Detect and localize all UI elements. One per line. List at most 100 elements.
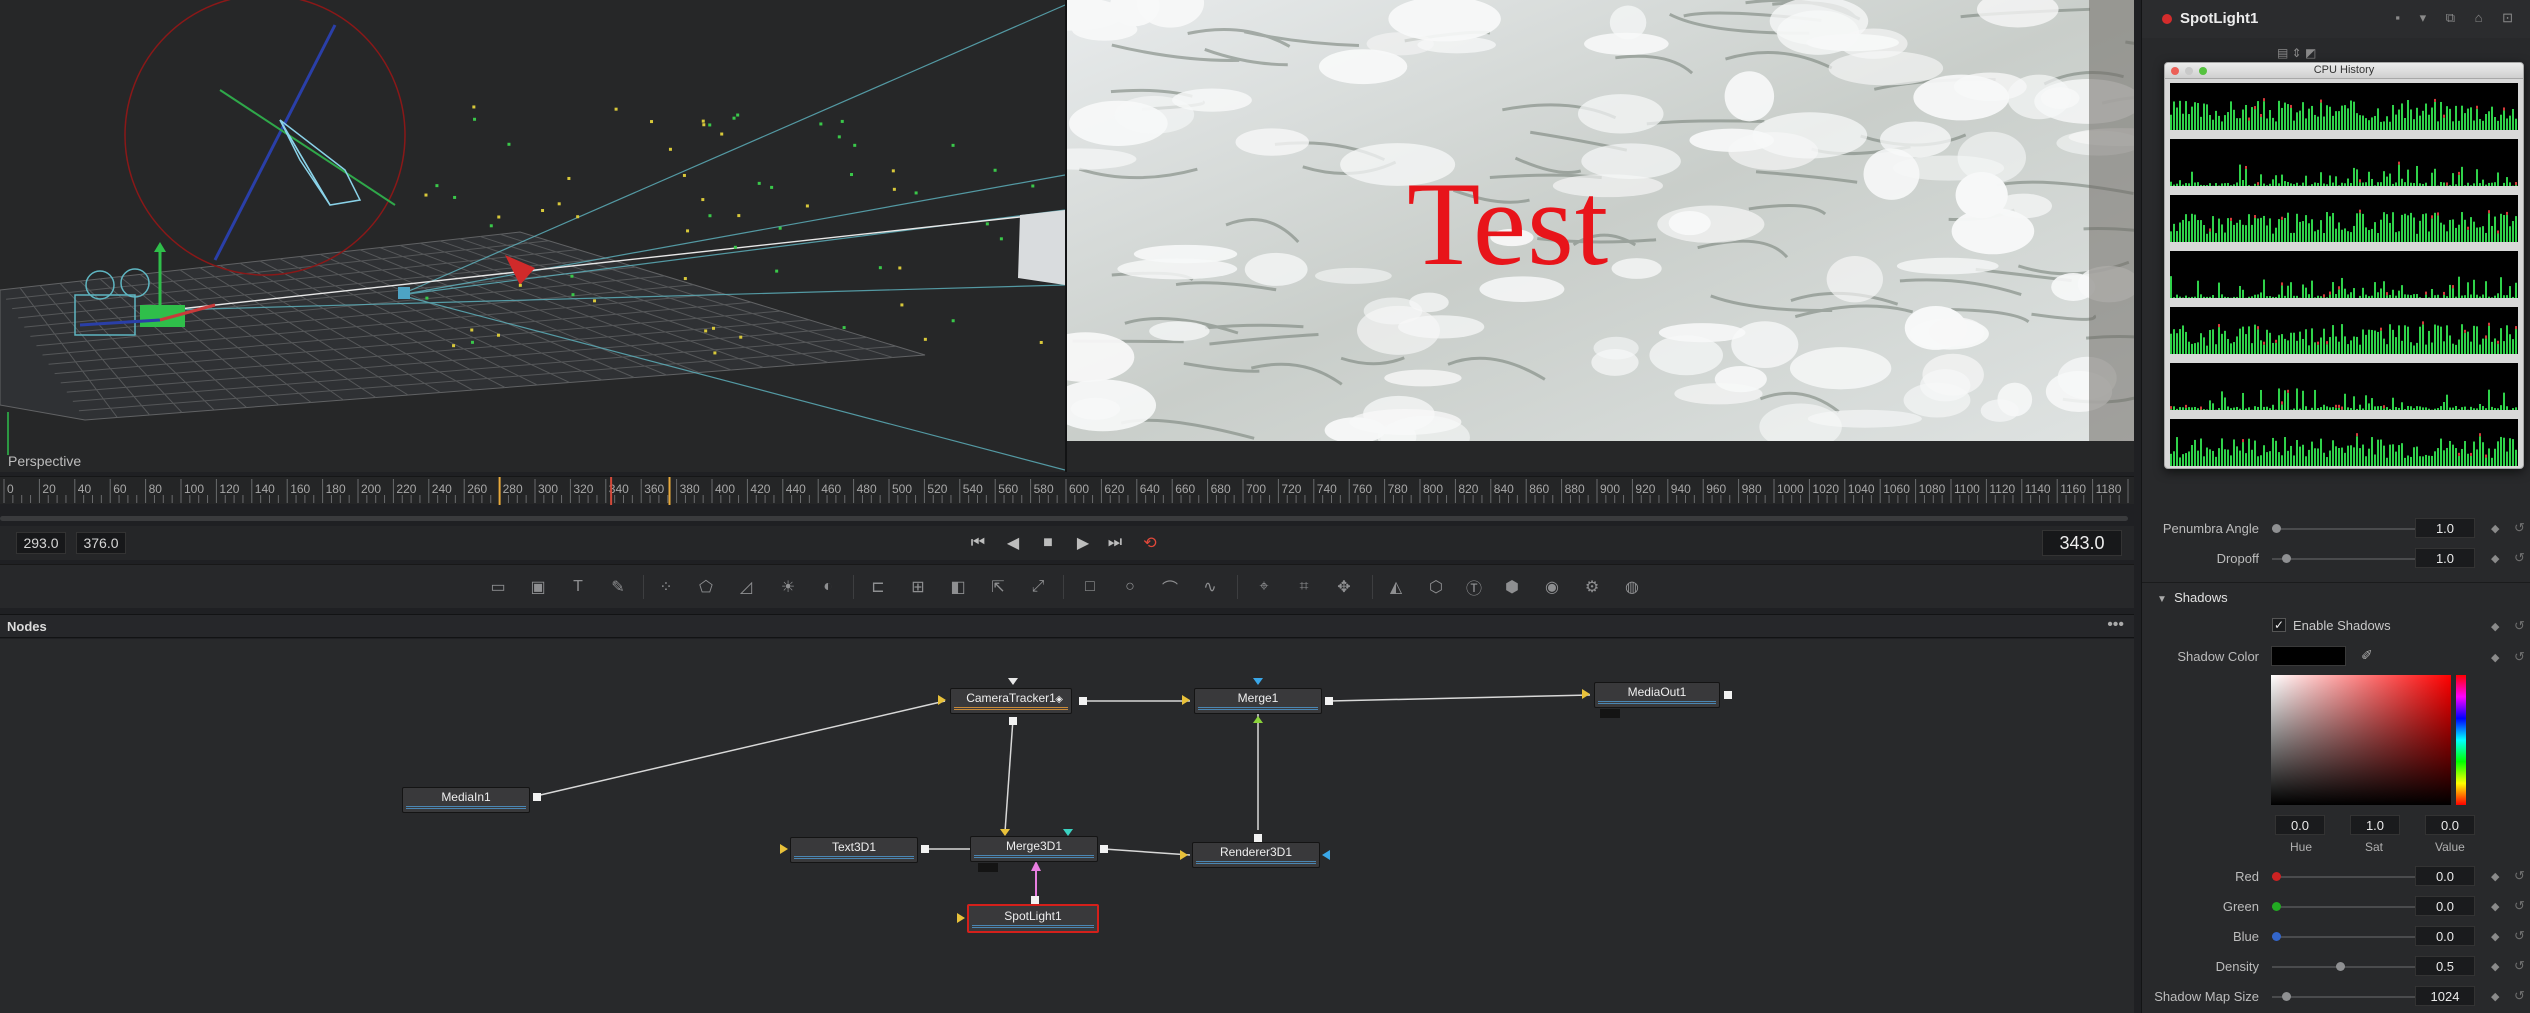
node-merge3d[interactable]: Merge3D1 xyxy=(970,836,1098,862)
node-renderer3d[interactable]: Renderer3D1 xyxy=(1192,842,1320,868)
value-field[interactable]: 0.0 xyxy=(2425,815,2475,835)
shadows-section-header[interactable]: ▼ Shadows xyxy=(2157,590,2228,605)
keyframe-icon[interactable]: ◆ xyxy=(2491,990,2499,1003)
inspector-header-icons[interactable]: ▪ ▾ ⧉ ⌂ ⊡ xyxy=(2395,10,2521,26)
sat-field[interactable]: 1.0 xyxy=(2350,815,2400,835)
preview-toggle[interactable] xyxy=(978,863,998,872)
input-triangle[interactable] xyxy=(1322,850,1330,860)
output-port[interactable] xyxy=(1100,845,1108,853)
first-frame-button[interactable]: ⏮ xyxy=(965,532,991,554)
window-titlebar[interactable]: CPU History xyxy=(2165,63,2523,79)
node-media-in[interactable]: MediaIn1 xyxy=(402,787,530,813)
input-triangle[interactable] xyxy=(957,913,965,923)
particles-tool-icon[interactable]: ⁘ xyxy=(654,576,678,598)
tracker-tool-icon[interactable]: ⌖ xyxy=(1252,576,1276,598)
brightness-tool-icon[interactable]: ☀ xyxy=(776,576,800,598)
output-port[interactable] xyxy=(1079,697,1087,705)
enable-shadows-checkbox[interactable]: ✓ xyxy=(2272,618,2286,632)
camera3d-tool-icon[interactable]: ◭ xyxy=(1384,576,1408,598)
blue-field[interactable]: 0.0 xyxy=(2415,926,2475,946)
keyframe-icon[interactable]: ◆ xyxy=(2491,522,2499,535)
input-triangle[interactable] xyxy=(1253,678,1263,685)
penumbra-angle-field[interactable]: 1.0 xyxy=(2415,518,2475,538)
node-media-out[interactable]: MediaOut1 xyxy=(1594,682,1720,708)
ellipse-mask-tool-icon[interactable]: ○ xyxy=(1118,576,1142,598)
keyframe-icon[interactable]: ◆ xyxy=(2491,870,2499,883)
output-port[interactable] xyxy=(533,793,541,801)
reset-icon[interactable]: ↺ xyxy=(2514,550,2525,566)
global-start-field[interactable]: 293.0 xyxy=(16,532,66,554)
bezier-tool-icon[interactable]: ∿ xyxy=(1198,576,1222,598)
density-field[interactable]: 0.5 xyxy=(2415,956,2475,976)
inspector-tab-icons[interactable]: ▤ ⇕ ◩ xyxy=(2277,46,2397,62)
fbx-tool-icon[interactable]: ◍ xyxy=(1620,576,1644,598)
shadow-color-swatch[interactable] xyxy=(2271,646,2346,666)
play-reverse-button[interactable]: ◀ xyxy=(1000,532,1026,554)
keyframe-icon[interactable]: ◆ xyxy=(2491,552,2499,565)
keyframe-icon[interactable]: ◆ xyxy=(2491,651,2499,664)
output-port[interactable] xyxy=(1031,896,1039,904)
image-plane-tool-icon[interactable]: ▣ xyxy=(526,576,550,598)
color-corrector-tool-icon[interactable]: ◐ xyxy=(816,576,840,598)
input-triangle[interactable] xyxy=(780,844,788,854)
node-merge[interactable]: Merge1 xyxy=(1194,688,1322,714)
output-port[interactable] xyxy=(921,845,929,853)
light3d-tool-icon[interactable]: ◉ xyxy=(1540,576,1564,598)
reset-icon[interactable]: ↺ xyxy=(2514,898,2525,914)
input-triangle[interactable] xyxy=(1582,689,1590,699)
more-options-icon[interactable]: ••• xyxy=(2107,616,2124,634)
shape3d-tool-icon[interactable]: ⬢ xyxy=(1500,576,1524,598)
resize-tool-icon[interactable]: ⤢ xyxy=(1026,576,1050,598)
merge3d-tool-icon[interactable]: ⬡ xyxy=(1424,576,1448,598)
loop-button[interactable]: ⟲ xyxy=(1137,532,1163,554)
input-triangle[interactable] xyxy=(1180,850,1188,860)
reset-icon[interactable]: ↺ xyxy=(2514,928,2525,944)
transform-tool-icon[interactable]: ⇱ xyxy=(986,576,1010,598)
camera-tracker-tool-icon[interactable]: ✥ xyxy=(1332,576,1356,598)
channel-booleans-tool-icon[interactable]: ⊞ xyxy=(906,576,930,598)
output-port[interactable] xyxy=(1254,834,1262,842)
eyedropper-icon[interactable]: ✐ xyxy=(2361,647,2373,664)
scrub-bar[interactable] xyxy=(0,512,2134,524)
polygon-mask-tool-icon[interactable]: ⬠ xyxy=(694,576,718,598)
cpu-history-window[interactable]: CPU History xyxy=(2164,62,2524,469)
background-tool-icon[interactable]: ▭ xyxy=(486,576,510,598)
input-triangle[interactable] xyxy=(1000,829,1010,836)
keyframe-icon[interactable]: ◆ xyxy=(2491,930,2499,943)
hue-field[interactable]: 0.0 xyxy=(2275,815,2325,835)
keyframe-icon[interactable]: ◆ xyxy=(2491,900,2499,913)
dropoff-field[interactable]: 1.0 xyxy=(2415,548,2475,568)
input-triangle[interactable] xyxy=(1182,695,1190,705)
input-triangle[interactable] xyxy=(938,695,946,705)
input-triangle[interactable] xyxy=(1008,678,1018,685)
matte-control-tool-icon[interactable]: ◧ xyxy=(946,576,970,598)
color-picker-field[interactable] xyxy=(2271,675,2451,805)
time-ruler[interactable]: 0 20 40 60 80 100 120 140 160 180 200 220 240 260 280 3… xyxy=(0,476,2134,505)
input-triangle[interactable] xyxy=(1253,716,1263,723)
output-port[interactable] xyxy=(1325,697,1333,705)
keyframe-icon[interactable]: ◆ xyxy=(2491,620,2499,633)
viewer-3d-perspective[interactable]: Perspective xyxy=(0,0,1065,472)
reset-icon[interactable]: ↺ xyxy=(2514,649,2525,665)
viewer-2d-image[interactable]: Test xyxy=(1067,0,2134,441)
planar-tracker-tool-icon[interactable]: ⌗ xyxy=(1292,576,1316,598)
node-camera-tracker[interactable]: CameraTracker1 ◈ xyxy=(950,688,1072,714)
output-port[interactable] xyxy=(1724,691,1732,699)
node-text3d[interactable]: Text3D1 xyxy=(790,837,918,863)
rectangle-mask-tool-icon[interactable]: □ xyxy=(1078,576,1102,598)
renderer3d-tool-icon[interactable]: ⚙ xyxy=(1580,576,1604,598)
reset-icon[interactable]: ↺ xyxy=(2514,988,2525,1004)
node-spotlight[interactable]: SpotLight1 xyxy=(967,904,1099,933)
shadow-map-size-field[interactable]: 1024 xyxy=(2415,986,2475,1006)
output-port[interactable] xyxy=(1009,717,1017,725)
stop-button[interactable]: ■ xyxy=(1035,532,1061,554)
reset-icon[interactable]: ↺ xyxy=(2514,520,2525,536)
polyline-mask-tool-icon[interactable]: ⌒ xyxy=(1158,576,1182,598)
keyframe-icon[interactable]: ◆ xyxy=(2491,960,2499,973)
bspline-mask-tool-icon[interactable]: ◿ xyxy=(734,576,758,598)
input-triangle[interactable] xyxy=(1063,829,1073,836)
green-field[interactable]: 0.0 xyxy=(2415,896,2475,916)
preview-toggle[interactable] xyxy=(1600,709,1620,718)
last-frame-button[interactable]: ⏭ xyxy=(1102,532,1128,554)
text3d-tool-icon[interactable]: Ⓣ xyxy=(1462,576,1486,598)
